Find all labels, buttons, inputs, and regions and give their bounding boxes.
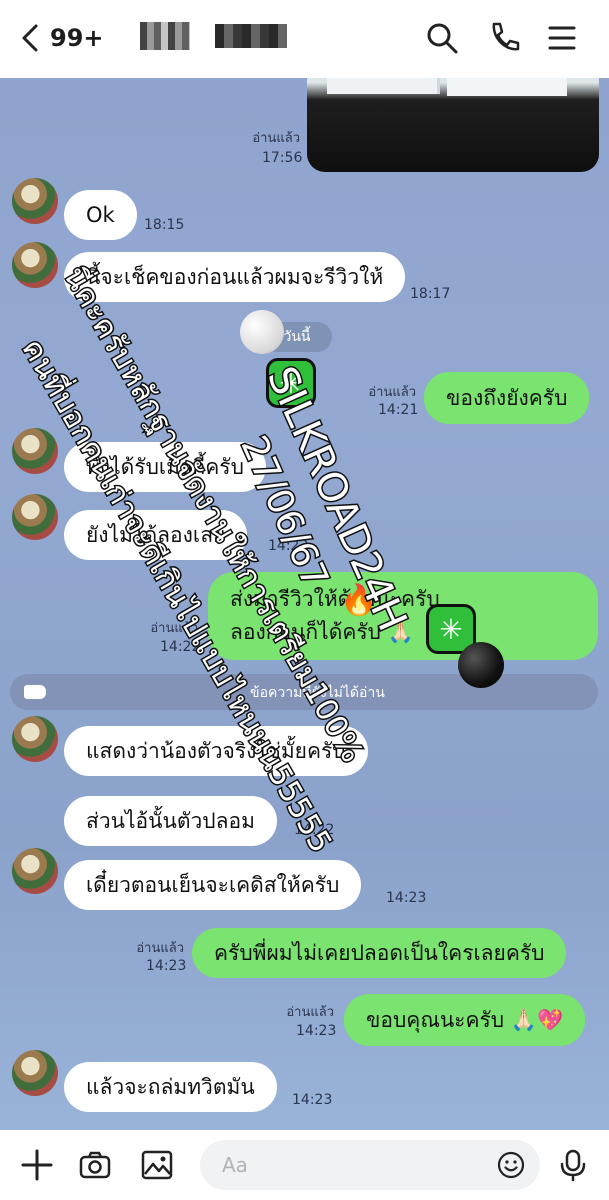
message-bubble-incoming: ส่วนไอ้นั้นตัวปลอม bbox=[64, 796, 277, 846]
plus-icon[interactable] bbox=[20, 1148, 54, 1182]
message-line: ส่งมารีวิวให้ด้วยนะครับ bbox=[230, 587, 440, 611]
avatar[interactable] bbox=[12, 428, 58, 474]
message-time: 14:23 bbox=[386, 890, 427, 906]
message-bubble-outgoing: ของถึงยังครับ bbox=[424, 372, 590, 424]
message-time: 14:23 bbox=[296, 1023, 337, 1039]
search-icon[interactable] bbox=[424, 20, 460, 56]
avatar[interactable] bbox=[12, 716, 58, 762]
message-bubble-outgoing: ขอบคุณนะครับ 🙏🏻💖 bbox=[344, 994, 586, 1046]
date-divider: วันนี้ bbox=[262, 322, 332, 352]
menu-icon[interactable] bbox=[544, 20, 580, 56]
read-receipt: อ่านแล้ว bbox=[252, 131, 300, 146]
avatar[interactable] bbox=[12, 178, 58, 224]
message-line: ลองก่อนก็ได้ครับ 🙏🏻 bbox=[230, 620, 414, 644]
avatar[interactable] bbox=[12, 1050, 58, 1096]
redacted-name bbox=[140, 22, 190, 50]
message-time: 18:15 bbox=[144, 217, 185, 233]
chevron-left-icon bbox=[22, 24, 38, 52]
avatar[interactable] bbox=[12, 848, 58, 894]
avatar[interactable] bbox=[12, 494, 58, 540]
read-receipt: อ่านแล้ว bbox=[136, 941, 184, 956]
unread-count: 99+ bbox=[50, 24, 104, 52]
message-time: 14:22 bbox=[160, 639, 201, 655]
message-time: 14:21 bbox=[378, 402, 419, 418]
message-time: 14:23 bbox=[146, 958, 187, 974]
read-receipt: อ่านแล้ว bbox=[286, 1005, 334, 1020]
avatar[interactable] bbox=[12, 242, 58, 288]
camera-icon[interactable] bbox=[78, 1148, 112, 1182]
back-button[interactable]: 99+ bbox=[20, 18, 104, 58]
message-time: 18:17 bbox=[410, 286, 451, 302]
message-time: 17:56 bbox=[262, 150, 303, 166]
message-bubble-incoming: พึ่งได้รับเมื่อกี้ครับ bbox=[64, 442, 266, 492]
microphone-icon[interactable] bbox=[556, 1148, 590, 1182]
unread-divider: ข้อความที่ยังไม่ได้อ่าน bbox=[10, 674, 598, 710]
message-bubble-incoming: แสดงว่าน้องตัวจริงใช่มั้ยครับ bbox=[64, 726, 368, 776]
read-receipt: อ่านแล้ว bbox=[150, 621, 198, 636]
chat-header: 99+ bbox=[0, 0, 609, 78]
message-bubble-incoming: Ok bbox=[64, 190, 137, 240]
message-time: 14:23 bbox=[292, 1092, 333, 1108]
input-bar: Aa bbox=[0, 1130, 609, 1200]
message-input-placeholder: Aa bbox=[222, 1153, 248, 1177]
emoji-icon[interactable] bbox=[496, 1150, 526, 1180]
message-bubble-incoming: นี้จะเช็คของก่อนแล้วผมจะรีวิวให้ bbox=[64, 252, 406, 302]
message-bubble-incoming: ยังไม่ได้ลองเลย bbox=[64, 510, 248, 560]
image-icon[interactable] bbox=[140, 1148, 174, 1182]
message-bubble-outgoing: ส่งมารีวิวให้ด้วยนะครับ ลองก่อนก็ได้ครับ… bbox=[208, 572, 598, 660]
message-bubble-outgoing: ครับพี่ผมไม่เคยปลอดเป็นใครเลยครับ bbox=[192, 928, 567, 978]
tag-icon bbox=[24, 685, 46, 699]
unread-divider-label: ข้อความที่ยังไม่ได้อ่าน bbox=[250, 685, 385, 701]
message-time: 14:22 bbox=[268, 538, 309, 554]
message-bubble-incoming: แล้วจะถล่มทวิตมัน bbox=[64, 1062, 277, 1112]
message-bubble-incoming: เดี๋ยวตอนเย็นจะเคดิสให้ครับ bbox=[64, 860, 362, 910]
message-time: 14:22 bbox=[294, 822, 335, 838]
phone-icon[interactable] bbox=[486, 20, 522, 56]
read-receipt: อ่านแล้ว bbox=[368, 385, 416, 400]
redacted-name bbox=[215, 24, 287, 48]
message-input[interactable]: Aa bbox=[200, 1140, 540, 1190]
